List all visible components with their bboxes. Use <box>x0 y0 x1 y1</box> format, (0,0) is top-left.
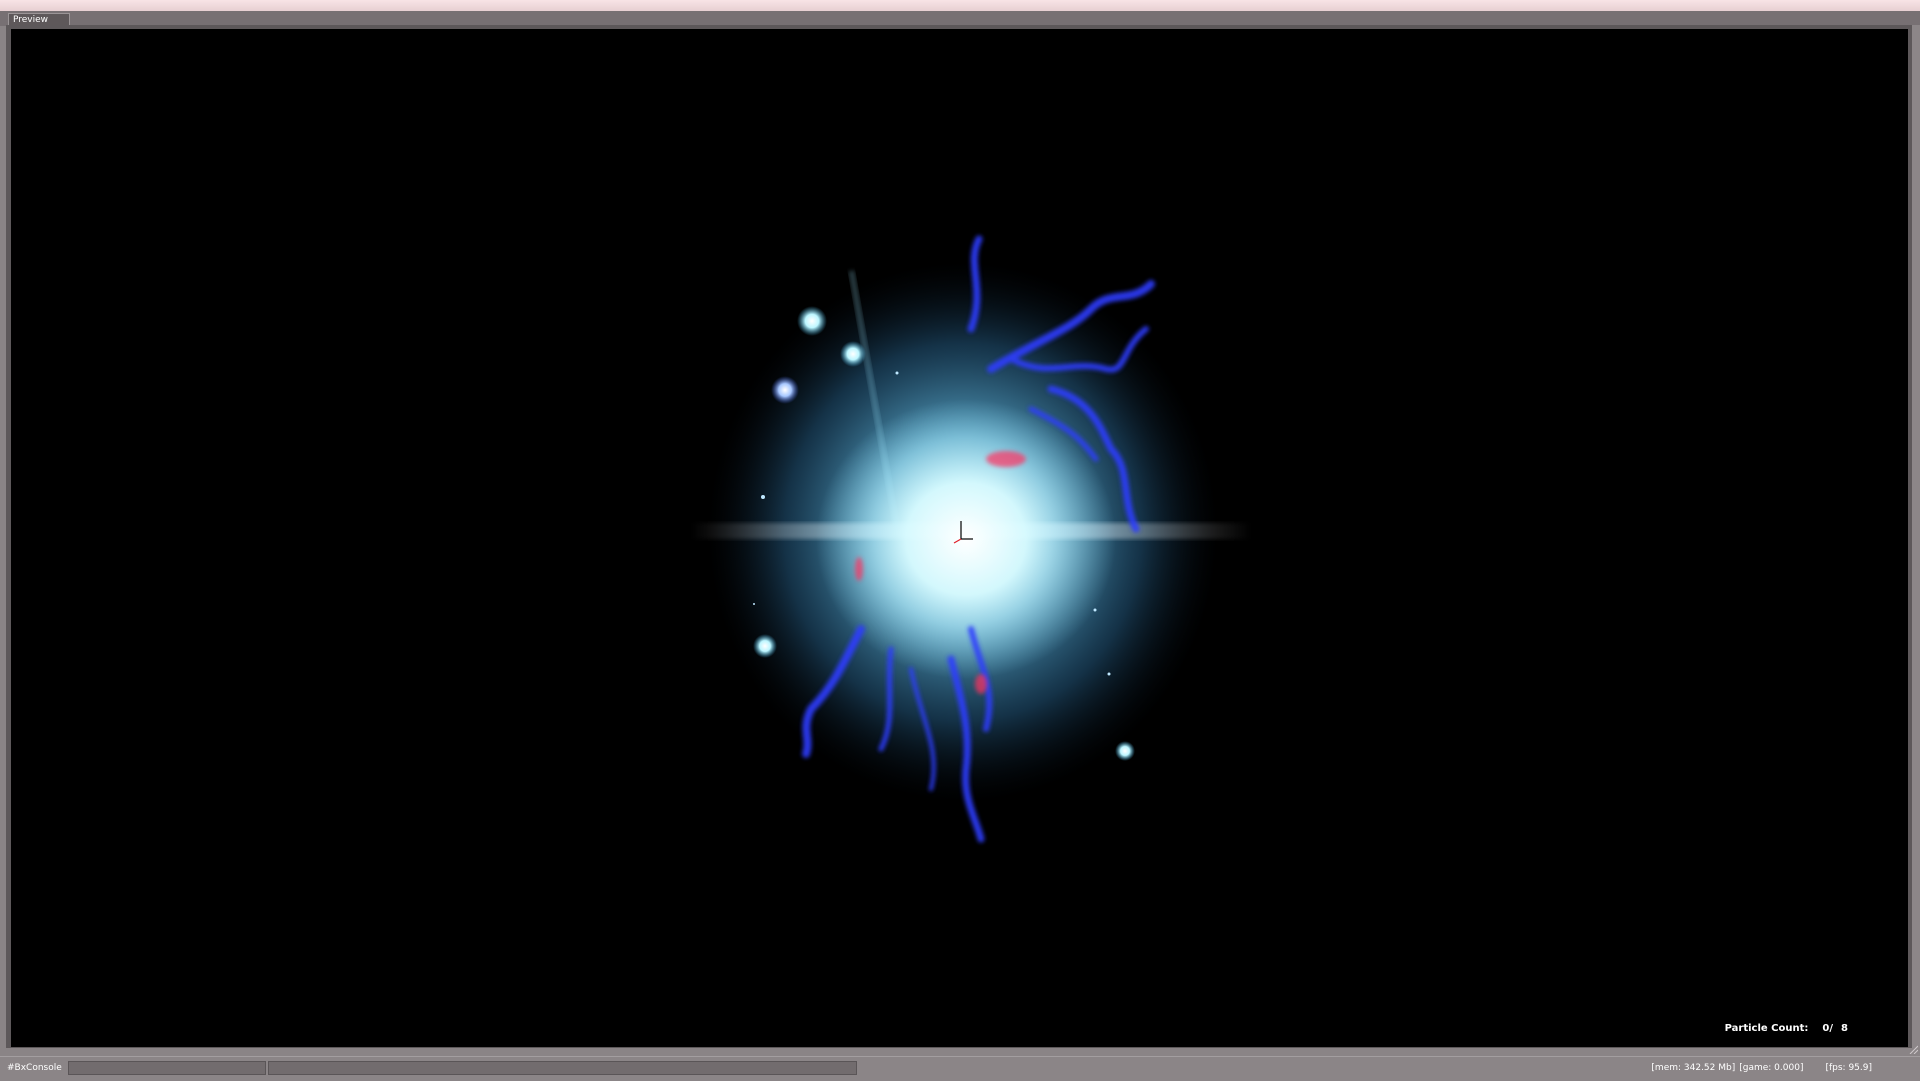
right-scrollbar[interactable] <box>1912 25 1920 1048</box>
orb-particle <box>797 306 827 336</box>
fps-readout: [fps: 95.9] <box>1825 1063 1872 1073</box>
preview-viewport[interactable]: Particle Count: 0/ 8 <box>11 29 1908 1047</box>
panel-title-bar <box>0 11 1920 26</box>
console-label: #BxConsole <box>7 1063 62 1073</box>
orb-particle <box>753 634 777 658</box>
mem-readout: [mem: 342.52 Mb] <box>1651 1063 1736 1073</box>
orb-particle <box>840 341 866 367</box>
resize-grip-icon[interactable] <box>1908 1044 1918 1054</box>
particle-count-label: Particle Count: <box>1724 1023 1809 1034</box>
particle-count-current: 0/ <box>1822 1023 1834 1034</box>
status-bar: #BxConsole [mem: 342.52 Mb] [game: 0.000… <box>0 1056 1920 1081</box>
game-readout: [game: 0.000] <box>1739 1063 1804 1073</box>
particle-effect <box>691 235 1251 843</box>
particle-count-max: 8 <box>1841 1023 1848 1034</box>
particle-count-readout: Particle Count: 0/ 8 <box>1725 1023 1848 1034</box>
orb-particle <box>1115 741 1135 761</box>
orb-particle <box>771 376 799 404</box>
console-output[interactable] <box>268 1061 857 1075</box>
status-readouts: [mem: 342.52 Mb] [game: 0.000] [fps: 95.… <box>1651 1063 1872 1073</box>
console-input[interactable] <box>68 1061 266 1075</box>
